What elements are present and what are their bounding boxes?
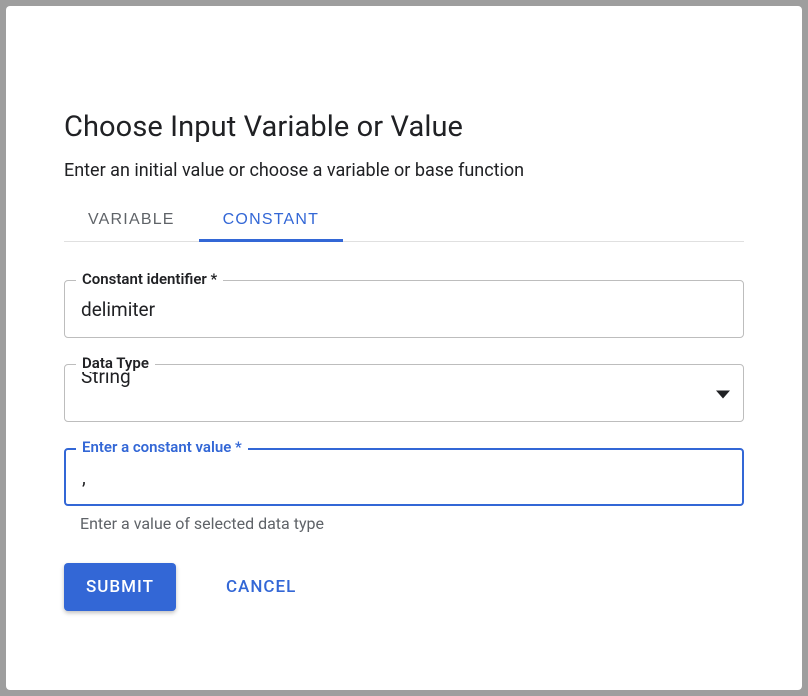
constant-value-helper: Enter a value of selected data type xyxy=(80,514,744,533)
constant-value-label: Enter a constant value * xyxy=(76,438,248,456)
field-constant-identifier: Constant identifier * xyxy=(64,280,744,338)
data-type-label: Data Type xyxy=(76,354,155,372)
constant-identifier-label: Constant identifier * xyxy=(76,270,223,288)
constant-value-input[interactable] xyxy=(64,448,744,506)
submit-button[interactable]: SUBMIT xyxy=(64,563,176,611)
tab-constant[interactable]: CONSTANT xyxy=(199,201,343,241)
data-type-select-wrapper: String xyxy=(64,364,744,422)
dialog-subtitle: Enter an initial value or choose a varia… xyxy=(64,160,744,181)
field-data-type: Data Type String xyxy=(64,364,744,422)
dialog-title: Choose Input Variable or Value xyxy=(64,110,744,144)
dialog: Choose Input Variable or Value Enter an … xyxy=(6,6,802,690)
cancel-button[interactable]: CANCEL xyxy=(204,563,318,611)
tab-variable[interactable]: VARIABLE xyxy=(64,201,199,241)
tabs: VARIABLE CONSTANT xyxy=(64,201,744,242)
dialog-actions: SUBMIT CANCEL xyxy=(64,563,744,611)
data-type-select[interactable]: String xyxy=(64,364,744,422)
field-constant-value: Enter a constant value * Enter a value o… xyxy=(64,448,744,533)
constant-identifier-input[interactable] xyxy=(64,280,744,338)
